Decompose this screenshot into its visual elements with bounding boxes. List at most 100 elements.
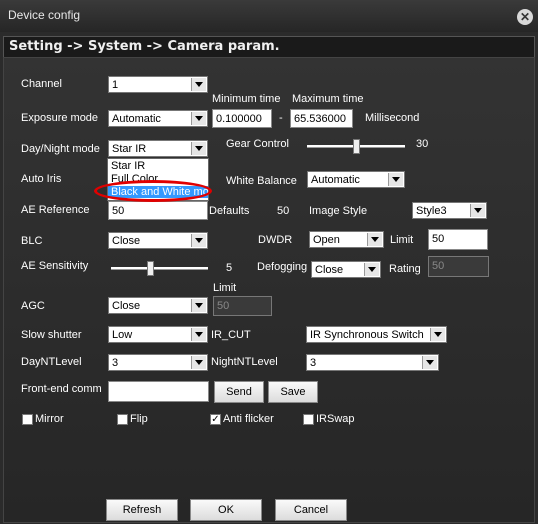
refresh-button[interactable]: Refresh xyxy=(106,499,178,521)
save-button[interactable]: Save xyxy=(268,381,318,403)
chevron-down-icon xyxy=(191,112,206,125)
dwdr-select[interactable]: Open xyxy=(309,231,384,248)
max-time-label: Maximum time xyxy=(292,93,364,105)
blc-select[interactable]: Close xyxy=(108,232,208,249)
close-icon[interactable]: ✕ xyxy=(517,9,533,25)
anti-flicker-label: Anti flicker xyxy=(223,413,274,425)
slow-shutter-label: Slow shutter xyxy=(21,329,82,341)
window-titlebar: Device config ✕ xyxy=(0,0,538,32)
ir-cut-label: IR_CUT xyxy=(211,329,251,341)
defaults-label: Defaults xyxy=(209,205,250,217)
chevron-down-icon xyxy=(422,356,437,369)
night-nt-level-label: NightNTLevel xyxy=(211,356,278,368)
channel-value: 1 xyxy=(112,79,119,91)
irswap-label: IRSwap xyxy=(316,413,355,425)
slider-thumb[interactable] xyxy=(353,139,360,154)
mirror-checkbox[interactable] xyxy=(22,414,33,425)
day-night-select[interactable]: Star IR xyxy=(108,140,208,157)
defogging-value: Close xyxy=(315,264,344,276)
limit-input[interactable]: 50 xyxy=(428,229,488,250)
time-unit-label: Millisecond xyxy=(365,112,420,124)
day-night-value: Star IR xyxy=(112,143,147,155)
cancel-button[interactable]: Cancel xyxy=(275,499,347,521)
defogging-select[interactable]: Close xyxy=(311,261,381,278)
channel-label: Channel xyxy=(21,78,62,90)
exposure-mode-value: Automatic xyxy=(112,113,161,125)
ae-reference-label: AE Reference xyxy=(21,204,90,216)
chevron-down-icon xyxy=(364,263,379,276)
blc-label: BLC xyxy=(21,235,43,247)
min-time-label: Minimum time xyxy=(212,93,281,105)
time-separator: - xyxy=(279,112,283,124)
breadcrumb-bar: Setting -> System -> Camera param. xyxy=(3,36,535,58)
flip-checkbox[interactable] xyxy=(117,414,128,425)
ae-sensitivity-value: 5 xyxy=(226,262,233,274)
channel-select[interactable]: 1 xyxy=(108,76,208,93)
slow-shutter-value: Low xyxy=(112,329,133,341)
ok-button[interactable]: OK xyxy=(190,499,262,521)
chevron-down-icon xyxy=(388,173,403,186)
ae-reference-value: 50 xyxy=(112,205,125,217)
front-end-comm-input[interactable] xyxy=(108,381,209,402)
chevron-down-icon xyxy=(191,78,206,91)
dropdown-option[interactable]: Star IR xyxy=(108,160,208,172)
day-nt-level-select[interactable]: 3 xyxy=(108,354,208,371)
slider-track xyxy=(111,267,208,270)
front-end-comm-label: Front-end comm xyxy=(21,383,102,395)
limit-label: Limit xyxy=(390,234,414,246)
max-time-input[interactable]: 65.536000 xyxy=(290,109,353,128)
white-balance-value: Automatic xyxy=(311,174,360,186)
breadcrumb: Setting -> System -> Camera param. xyxy=(9,39,280,54)
agc-value: Close xyxy=(112,300,141,312)
send-button[interactable]: Send xyxy=(214,381,264,403)
agc-limit-label: Limit xyxy=(213,282,237,294)
anti-flicker-checkbox[interactable]: ✓ xyxy=(210,414,221,425)
agc-select[interactable]: Close xyxy=(108,297,208,314)
min-time-value: 0.100000 xyxy=(216,113,262,125)
auto-iris-label: Auto Iris xyxy=(21,173,62,185)
chevron-down-icon xyxy=(430,328,445,341)
chevron-down-icon xyxy=(367,233,382,246)
night-nt-level-value: 3 xyxy=(310,357,317,369)
limit-value: 50 xyxy=(432,233,445,245)
ae-sensitivity-label: AE Sensitivity xyxy=(21,260,89,272)
agc-label: AGC xyxy=(21,300,45,312)
white-balance-label: White Balance xyxy=(226,175,297,187)
max-time-value: 65.536000 xyxy=(294,113,346,125)
defogging-label: Defogging xyxy=(257,261,308,273)
min-time-input[interactable]: 0.100000 xyxy=(212,109,272,128)
chevron-down-icon xyxy=(191,234,206,247)
white-balance-select[interactable]: Automatic xyxy=(307,171,405,188)
rating-input: 50 xyxy=(428,256,489,277)
exposure-mode-label: Exposure mode xyxy=(21,112,99,124)
rating-value: 50 xyxy=(432,260,445,272)
ir-cut-select[interactable]: IR Synchronous Switch xyxy=(306,326,447,343)
exposure-mode-select[interactable]: Automatic xyxy=(108,110,208,127)
irswap-checkbox[interactable] xyxy=(303,414,314,425)
ae-reference-input[interactable]: 50 xyxy=(108,201,208,220)
rating-label: Rating xyxy=(389,263,421,275)
dwdr-value: Open xyxy=(313,234,340,246)
dwdr-label: DWDR xyxy=(258,234,293,246)
ir-cut-value: IR Synchronous Switch xyxy=(310,329,424,341)
chevron-down-icon xyxy=(470,204,485,217)
day-nt-level-value: 3 xyxy=(112,357,119,369)
image-style-select[interactable]: Style3 xyxy=(412,202,487,219)
chevron-down-icon xyxy=(191,356,206,369)
night-nt-level-select[interactable]: 3 xyxy=(306,354,439,371)
gear-control-value: 30 xyxy=(416,138,429,150)
image-style-label: Image Style xyxy=(309,205,368,217)
defaults-value: 50 xyxy=(277,205,290,217)
gear-control-label: Gear Control xyxy=(226,138,289,150)
slider-thumb[interactable] xyxy=(147,261,154,276)
day-nt-level-label: DayNTLevel xyxy=(21,356,82,368)
annotation-ellipse xyxy=(94,180,212,202)
blc-value: Close xyxy=(112,235,141,247)
mirror-label: Mirror xyxy=(35,413,64,425)
chevron-down-icon xyxy=(191,142,206,155)
gear-control-slider[interactable] xyxy=(307,139,405,154)
chevron-down-icon xyxy=(191,328,206,341)
image-style-value: Style3 xyxy=(416,205,447,217)
slow-shutter-select[interactable]: Low xyxy=(108,326,208,343)
ae-sensitivity-slider[interactable] xyxy=(111,261,208,276)
